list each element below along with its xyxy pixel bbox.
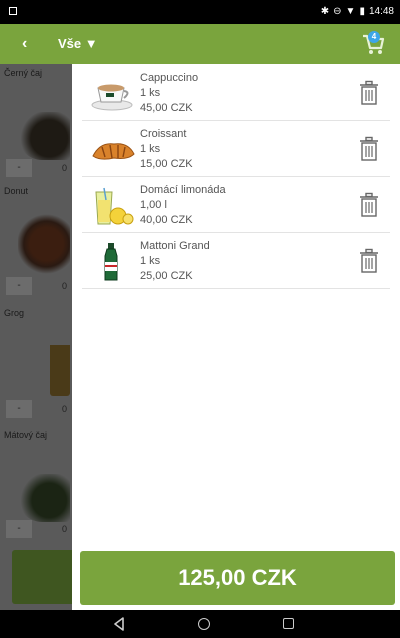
product-qty: 0 [62,524,68,534]
decrease-button[interactable]: - [6,277,32,295]
item-price: 15,00 CZK [140,158,193,170]
item-quantity: 1 ks [140,143,161,155]
product-name: Donut [4,186,29,196]
item-quantity: 1 ks [140,255,161,267]
item-price: 45,00 CZK [140,102,193,114]
mint-tea-image [18,474,70,522]
product-item: Černý čaj [4,68,72,78]
battery-icon: ▮ [359,5,365,17]
product-list-background: Černý čaj - 0 Donut - 0 Grog - 0 Mátový … [0,64,72,610]
product-item: Donut [4,186,72,196]
cart-panel: Cappuccino 1 ks 45,00 CZK Croissant 1 ks… [72,64,400,610]
decrease-button[interactable]: - [6,400,32,418]
trash-icon[interactable] [358,248,380,274]
donut-image [18,214,70,274]
chevron-left-icon[interactable]: ‹ [22,35,27,53]
item-name: Mattoni Grand [140,240,210,252]
item-name: Croissant [140,128,187,140]
item-price: 40,00 CZK [140,214,193,226]
cart-item[interactable]: Croissant 1 ks 15,00 CZK [82,122,390,177]
product-item: Grog [4,308,72,318]
checkout-total-button[interactable]: 125,00 CZK [80,551,395,605]
minus-circle-icon: ⊖ [333,5,342,17]
lemonade-icon [95,187,134,225]
decrease-button[interactable]: - [6,520,32,538]
trash-icon[interactable] [358,136,380,162]
item-name: Domácí limonáda [140,184,226,196]
trash-icon[interactable] [358,80,380,106]
water-bottle-icon [104,243,118,281]
system-nav-bar [0,610,400,638]
product-item: Mátový čaj [4,430,72,440]
status-time: 14:48 [368,6,394,17]
cappuccino-icon [91,84,133,111]
trash-icon[interactable] [358,192,380,218]
product-name: Mátový čaj [4,430,48,440]
background-action-button [12,550,72,604]
cart-item[interactable]: Domácí limonáda 1,00 l 40,00 CZK [82,178,390,233]
app-bar: ‹ Vše ▼ 4 [0,24,400,64]
product-name: Černý čaj [4,68,43,78]
product-qty: 0 [62,404,68,414]
decrease-button[interactable]: - [6,159,32,177]
grog-image [50,336,70,396]
item-quantity: 1,00 l [140,199,167,211]
product-qty: 0 [62,163,68,173]
bluetooth-icon: ✱ [320,5,330,17]
croissant-icon [92,143,135,160]
item-quantity: 1 ks [140,87,161,99]
product-qty: 0 [62,281,68,291]
item-name: Cappuccino [140,72,199,84]
back-triangle-icon[interactable] [113,617,125,631]
home-circle-icon[interactable] [198,618,210,630]
screenshot-icon [9,7,17,15]
cart-item[interactable]: Cappuccino 1 ks 45,00 CZK [82,66,390,121]
black-tea-image [18,112,70,160]
recent-apps-icon[interactable] [283,618,294,629]
wifi-icon: ▼ [345,5,356,17]
status-bar: ✱ ⊖ ▼ ▮ 14:48 [0,0,400,24]
category-filter-dropdown[interactable]: Vše ▼ [58,36,98,51]
status-icons: ✱ ⊖ ▼ ▮ 14:48 [321,6,394,17]
item-price: 25,00 CZK [140,270,193,282]
cart-count-badge: 4 [368,31,380,43]
product-name: Grog [4,308,25,318]
cart-item[interactable]: Mattoni Grand 1 ks 25,00 CZK [82,234,390,289]
